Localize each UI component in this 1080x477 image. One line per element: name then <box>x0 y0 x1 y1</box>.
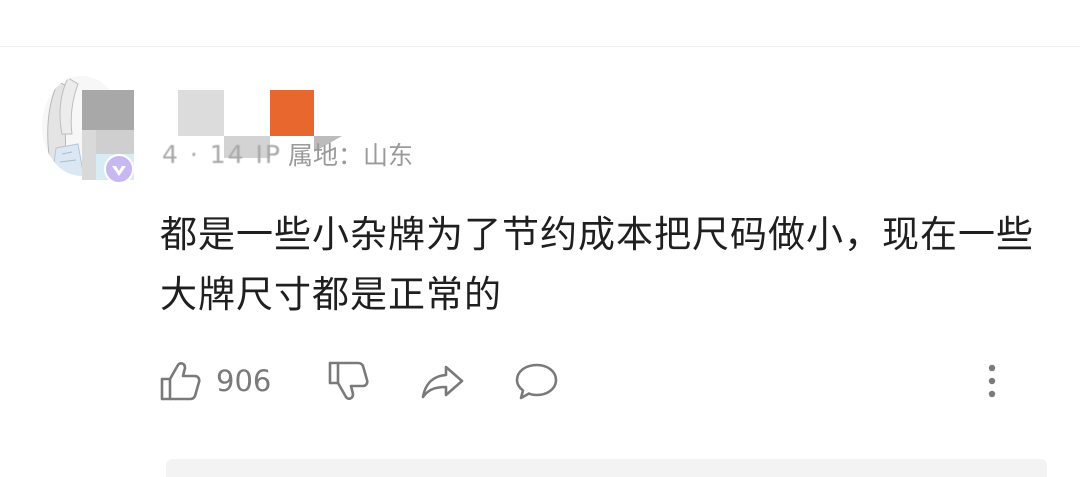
like-button[interactable]: 906 <box>158 356 271 406</box>
comment-page: 4 · 14 IP 属地：山东 都是一些小杂牌为了节约成本把尺码做小，现在一些大… <box>0 0 1080 477</box>
more-vertical-icon <box>988 364 996 398</box>
divider <box>0 46 1080 47</box>
thumbs-down-icon <box>328 361 369 400</box>
like-count: 906 <box>216 364 272 398</box>
speech-bubble-icon <box>515 363 558 400</box>
meta-time: 4 · 14 IP <box>162 139 282 169</box>
meta-location: 属地：山东 <box>287 141 413 170</box>
next-reply-box[interactable] <box>166 459 1047 477</box>
comment-actions: 906 <box>158 356 1018 406</box>
dislike-button[interactable] <box>326 356 370 406</box>
reply-button[interactable] <box>514 356 560 406</box>
thumbs-up-icon <box>160 362 201 401</box>
share-arrow-icon <box>421 365 464 399</box>
more-button[interactable] <box>980 356 1004 406</box>
share-button[interactable] <box>420 356 466 406</box>
comment-meta: 4 · 14 IP 属地：山东 <box>162 138 413 171</box>
mosaic-block <box>270 90 314 136</box>
mosaic-block <box>178 90 224 136</box>
vip-badge-icon <box>104 154 134 184</box>
comment-text: 都是一些小杂牌为了节约成本把尺码做小，现在一些大牌尺寸都是正常的 <box>160 213 1034 316</box>
